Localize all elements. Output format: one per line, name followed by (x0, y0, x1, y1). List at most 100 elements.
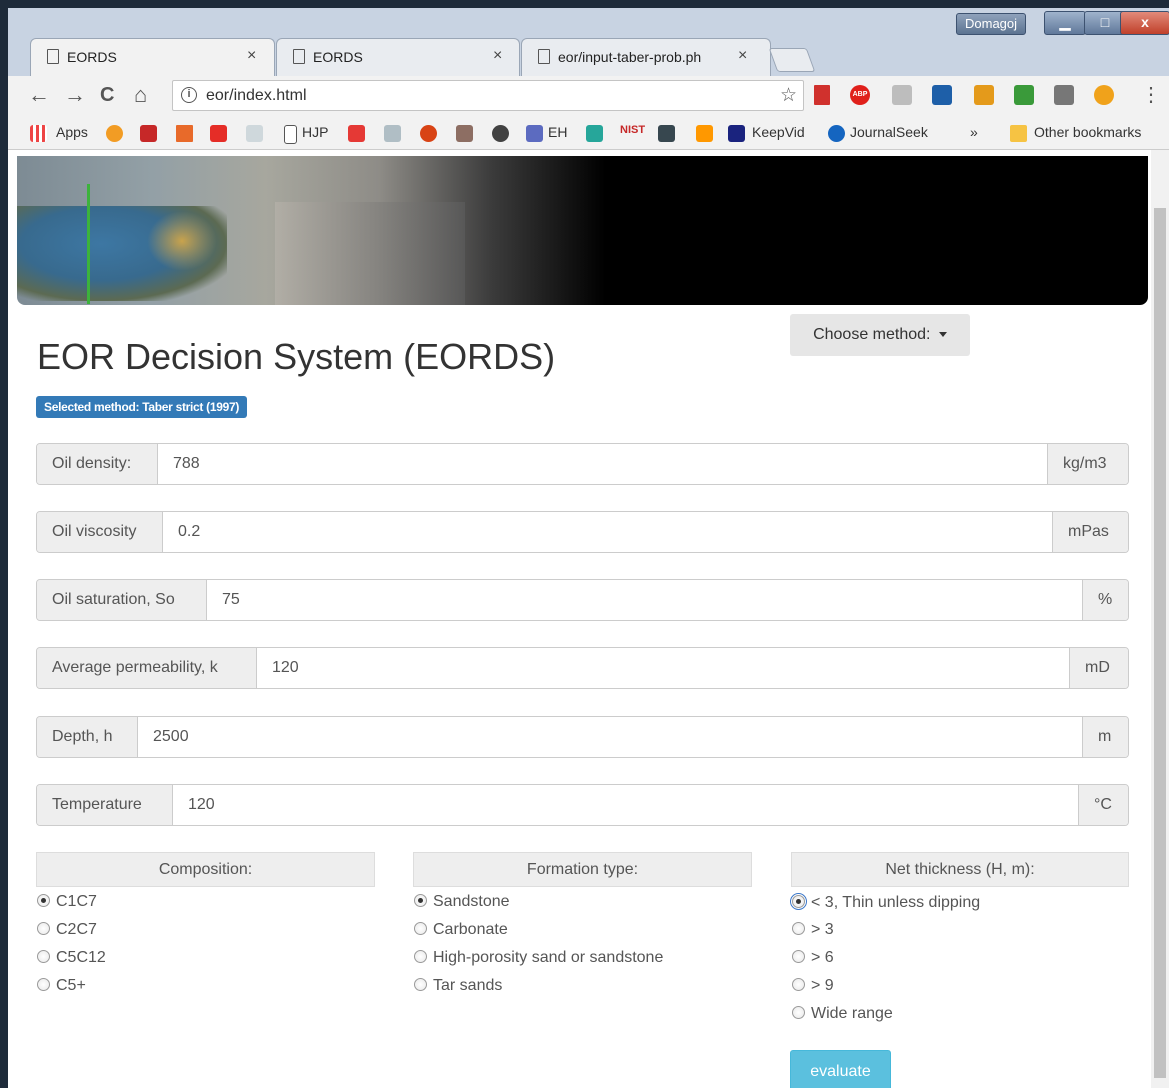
radio-selected[interactable] (790, 893, 807, 910)
radio[interactable] (414, 922, 427, 935)
address-bar[interactable]: i eor/index.html ☆ (172, 80, 804, 111)
tab-eords-2[interactable]: EORDS × (276, 38, 520, 76)
close-window-button[interactable]: x (1120, 11, 1169, 35)
composition-option[interactable]: C1C7 (37, 891, 97, 913)
reader-icon[interactable] (932, 85, 952, 105)
tab-eords-1[interactable]: EORDS × (30, 38, 275, 76)
radio[interactable] (37, 950, 50, 963)
formation-option[interactable]: Tar sands (414, 975, 502, 997)
oil-density-label: Oil density: (37, 444, 158, 484)
radio-selected[interactable] (414, 894, 427, 907)
choose-method-dropdown[interactable]: Choose method: (790, 314, 970, 356)
formation-option[interactable]: High-porosity sand or sandstone (414, 947, 663, 969)
composition-option-label: C5C12 (56, 949, 106, 966)
tools-icon[interactable] (974, 85, 994, 105)
tab-close-icon[interactable]: × (247, 47, 256, 65)
formation-heading: Formation type: (413, 852, 752, 887)
scrollbar-thumb[interactable] (1154, 208, 1166, 1078)
bookmark-hjp[interactable]: HJP (302, 124, 328, 140)
oil-density-input[interactable] (158, 444, 1048, 484)
composition-option[interactable]: C2C7 (37, 919, 97, 941)
bookmarks-overflow[interactable]: » (970, 124, 978, 140)
bookmark-7-icon[interactable] (384, 125, 401, 142)
page-icon (47, 49, 59, 64)
bookmark-9-icon[interactable] (456, 125, 473, 142)
oil-viscosity-input[interactable] (163, 512, 1053, 552)
pdf-icon[interactable] (348, 125, 365, 142)
minimize-button[interactable]: ▁ (1044, 11, 1086, 35)
formation-option[interactable]: Carbonate (414, 919, 508, 941)
radio[interactable] (792, 978, 805, 991)
temperature-input[interactable] (173, 785, 1053, 825)
info-icon[interactable]: i (181, 87, 197, 103)
formation-option-label: Tar sands (433, 977, 503, 994)
bookmark-eh[interactable]: EH (548, 124, 567, 140)
tab-close-icon[interactable]: × (738, 47, 747, 65)
home-button[interactable]: ⌂ (134, 82, 147, 108)
bookmark-apps[interactable]: Apps (56, 124, 88, 140)
bookmark-journalseek[interactable]: JournalSeek (850, 124, 928, 140)
permeability-input[interactable] (257, 648, 1067, 688)
bird-icon[interactable] (1094, 85, 1114, 105)
apps-icon (30, 125, 47, 142)
drive-icon[interactable] (892, 85, 912, 105)
composition-option[interactable]: C5+ (37, 975, 86, 997)
formation-option[interactable]: Sandstone (414, 891, 510, 913)
bookmarks-bar: Apps HJP EH NIST KeepVid JournalSeek » O… (8, 116, 1169, 150)
radio[interactable] (792, 922, 805, 935)
browser-window: Domagoj ▁ □ x EORDS × EORDS × eor/input-… (8, 8, 1169, 1088)
bookmark-10-icon[interactable] (492, 125, 509, 142)
radio-selected[interactable] (37, 894, 50, 907)
journalseek-icon (828, 125, 845, 142)
evaluate-button[interactable]: evaluate (790, 1050, 891, 1088)
bookmark-11-icon[interactable] (658, 125, 675, 142)
frog-icon[interactable] (1014, 85, 1034, 105)
thickness-option[interactable]: > 6 (792, 947, 834, 969)
depth-input[interactable] (138, 717, 1038, 757)
thickness-option[interactable]: > 9 (792, 975, 834, 997)
youtube-icon[interactable] (210, 125, 227, 142)
permeability-unit: mD (1069, 648, 1128, 688)
bookmark-nist[interactable]: NIST (620, 124, 645, 136)
bookmark-star-icon[interactable]: ☆ (780, 84, 797, 107)
thickness-option[interactable]: > 3 (792, 919, 834, 941)
bookmark-8-icon[interactable] (420, 125, 437, 142)
tab-strip: Domagoj ▁ □ x EORDS × EORDS × eor/input-… (8, 8, 1169, 76)
profile-button[interactable]: Domagoj (956, 13, 1027, 35)
thickness-option-label: > 6 (811, 949, 834, 966)
radio[interactable] (792, 950, 805, 963)
forward-button[interactable]: → (64, 82, 86, 108)
bookmark-red-icon[interactable] (814, 85, 830, 105)
oil-density-unit: kg/m3 (1047, 444, 1128, 484)
oil-saturation-input[interactable] (207, 580, 1077, 620)
adblock-icon[interactable]: ABP (850, 85, 870, 105)
oil-density-group: Oil density: kg/m3 (36, 443, 1129, 485)
new-tab-button[interactable] (768, 48, 816, 72)
radio[interactable] (792, 1006, 805, 1019)
composition-option[interactable]: C5C12 (37, 947, 106, 969)
back-button[interactable]: ← (28, 82, 50, 108)
bookmark-other[interactable]: Other bookmarks (1034, 124, 1141, 140)
bookmark-keepvid[interactable]: KeepVid (752, 124, 805, 140)
box-icon[interactable] (1054, 85, 1074, 105)
radio[interactable] (37, 922, 50, 935)
radio[interactable] (37, 978, 50, 991)
bookmark-3-icon[interactable] (176, 125, 193, 142)
bookmark-1-icon[interactable] (106, 125, 123, 142)
temperature-unit: °C (1078, 785, 1128, 825)
bookmark-5-icon[interactable] (246, 125, 263, 142)
oil-viscosity-label: Oil viscosity (37, 512, 163, 552)
bookmark-2-icon[interactable] (140, 125, 157, 142)
banner-graphic (147, 211, 217, 271)
thickness-option[interactable]: Wide range (792, 1003, 893, 1025)
radio[interactable] (414, 950, 427, 963)
radio[interactable] (414, 978, 427, 991)
bookmark-12-icon[interactable] (696, 125, 713, 142)
menu-icon[interactable]: ⋮ (1141, 82, 1161, 107)
bookmark-yd-icon[interactable] (586, 125, 603, 142)
tab-input-taber[interactable]: eor/input-taber-prob.ph × (521, 38, 771, 76)
tab-close-icon[interactable]: × (493, 47, 502, 65)
thickness-option[interactable]: < 3, Thin unless dipping (790, 892, 980, 914)
page-icon (293, 49, 305, 64)
reload-button[interactable]: C (100, 82, 114, 108)
